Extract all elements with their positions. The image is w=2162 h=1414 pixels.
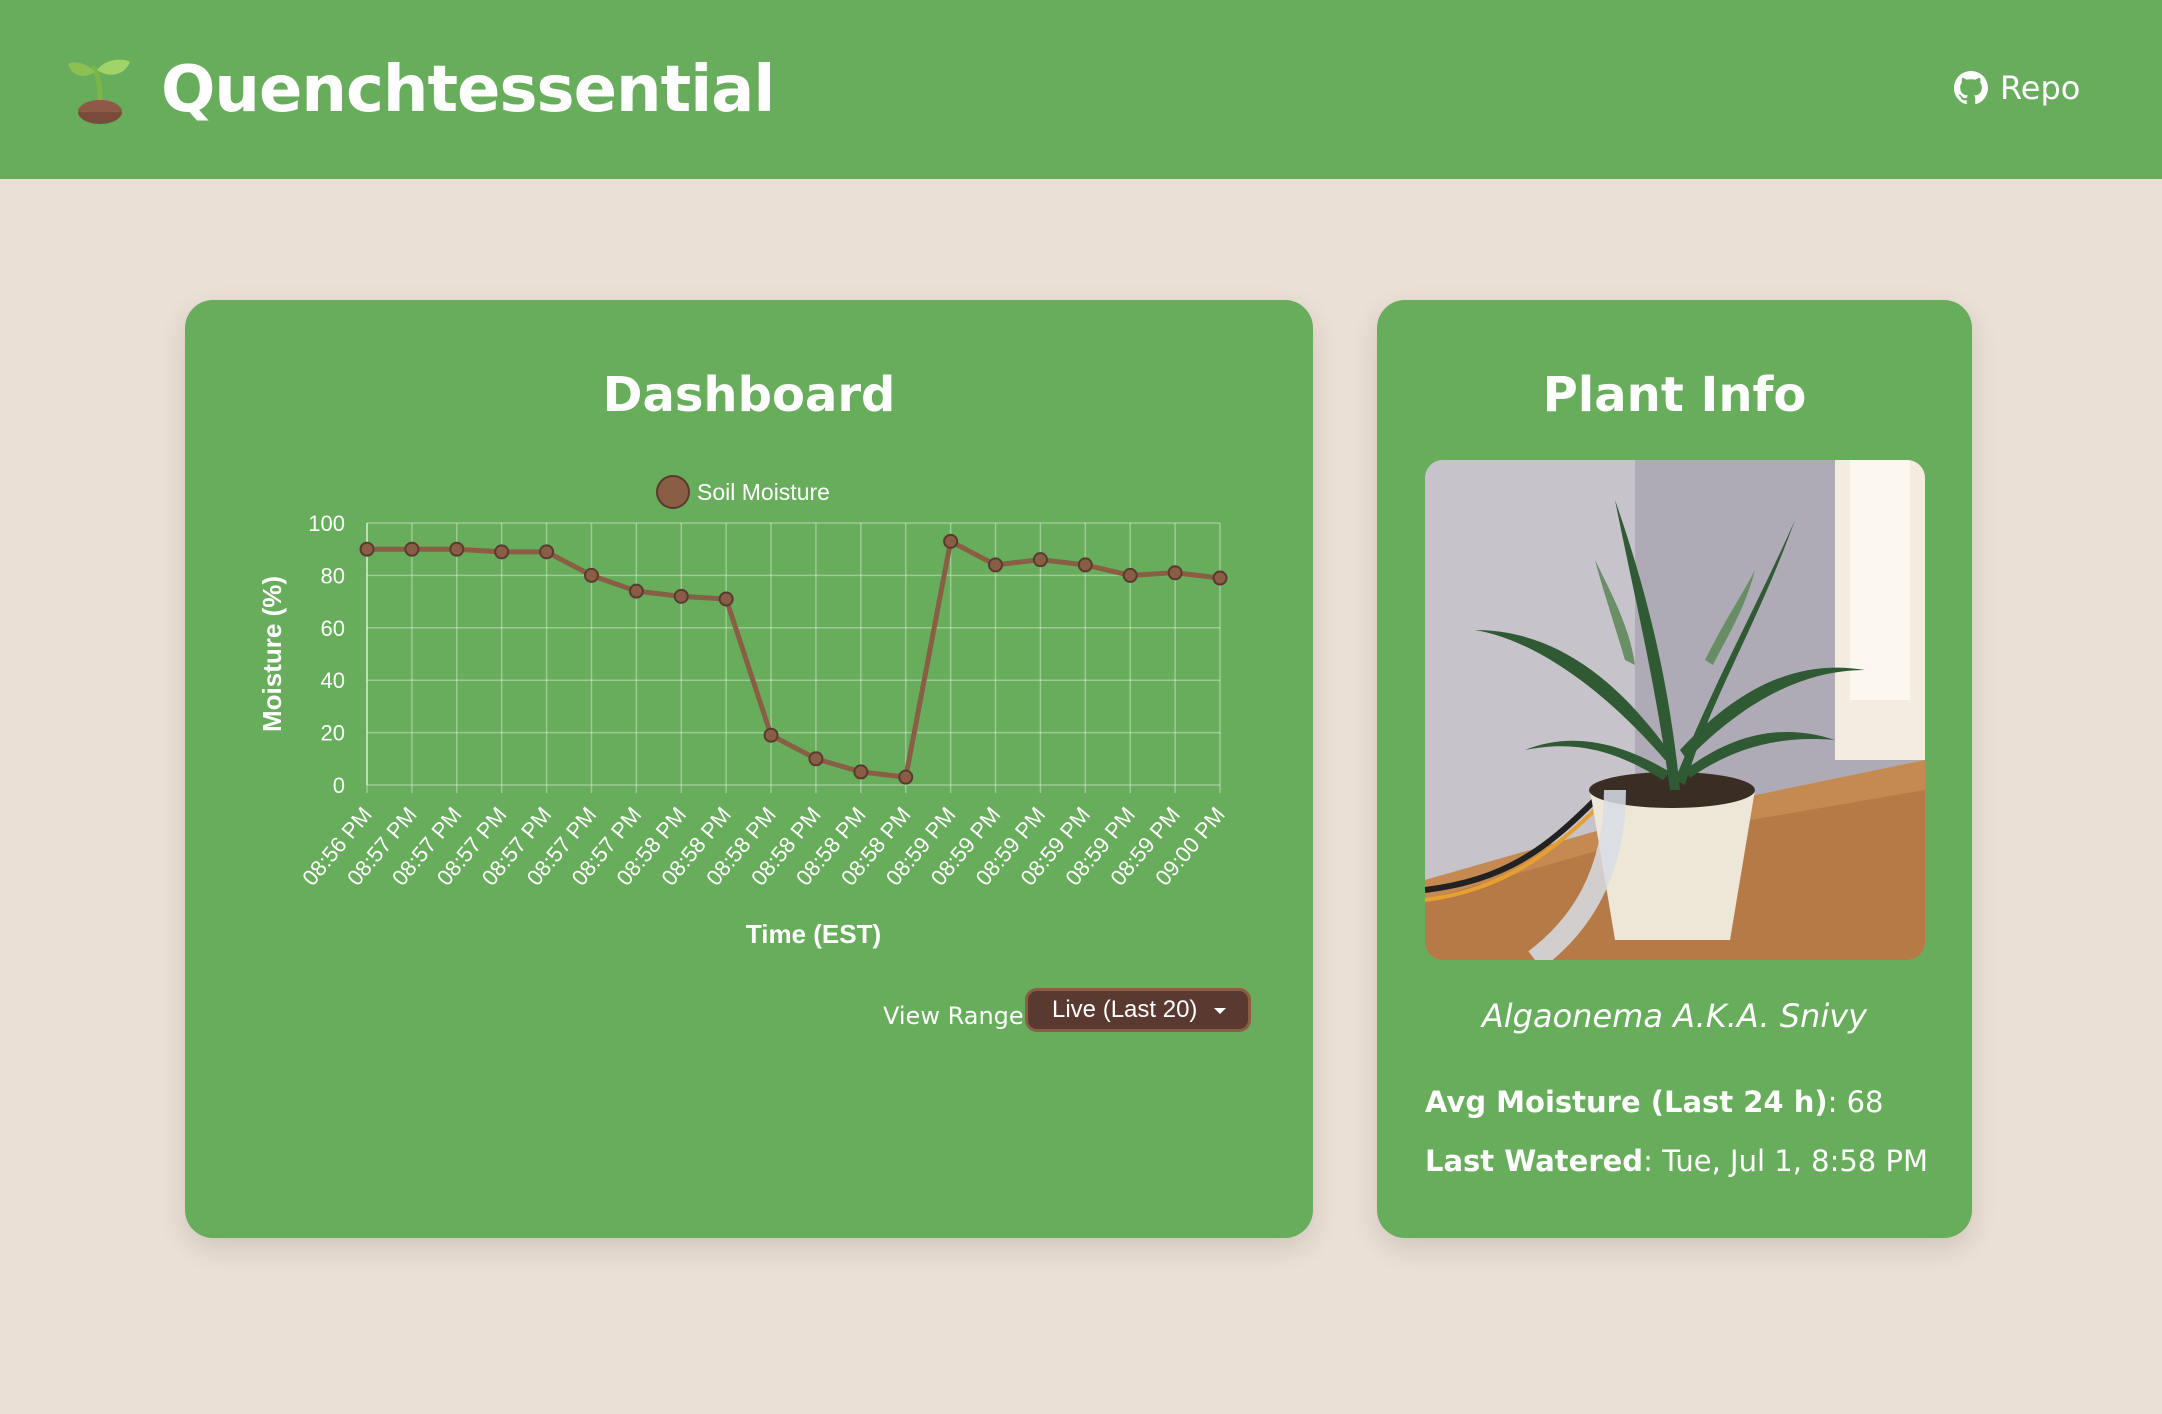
data-point <box>1212 570 1228 586</box>
y-tick-label: 60 <box>321 616 345 641</box>
seedling-icon <box>68 59 130 124</box>
y-tick-label: 100 <box>308 511 345 536</box>
data-point <box>539 544 555 560</box>
view-range-value: Live (Last 20) <box>1052 996 1198 1023</box>
last-watered-value: Tue, Jul 1, 8:58 PM <box>1662 1144 1928 1178</box>
view-range-select[interactable]: Live (Last 20) <box>1025 988 1251 1032</box>
data-point <box>988 557 1004 573</box>
y-axis-title: Moisture (%) <box>257 576 287 732</box>
data-point <box>1122 567 1138 583</box>
y-tick-label: 0 <box>333 773 345 798</box>
data-point <box>718 591 734 607</box>
moisture-chart: 02040608010008:56 PM08:57 PM08:57 PM08:5… <box>257 475 1230 949</box>
legend-swatch <box>656 475 690 509</box>
y-tick-label: 20 <box>321 721 345 746</box>
data-point <box>898 769 914 785</box>
plant-info-card: Plant Info Algaonema A.K.A. Snivy Avg Mo… <box>1377 300 1972 1238</box>
data-point <box>494 544 510 560</box>
legend-label: Soil Moisture <box>697 479 830 505</box>
avg-moisture-label: Avg Moisture (Last 24 h) <box>1425 1085 1828 1119</box>
x-axis-title: Time (EST) <box>746 919 881 949</box>
last-watered-label: Last Watered <box>1425 1144 1644 1178</box>
repo-label: Repo <box>2000 69 2081 107</box>
y-tick-label: 40 <box>321 668 345 693</box>
last-watered-line: Last Watered: Tue, Jul 1, 8:58 PM <box>1425 1144 1928 1178</box>
data-point <box>808 751 824 767</box>
y-tick-label: 80 <box>321 563 345 588</box>
plant-photo <box>1425 460 1925 960</box>
data-point <box>1167 565 1183 581</box>
series-line <box>367 538 1221 780</box>
data-point <box>628 583 644 599</box>
plant-info-title: Plant Info <box>1542 367 1807 423</box>
github-icon <box>1954 71 1988 105</box>
data-point <box>1032 552 1048 568</box>
data-point <box>673 588 689 604</box>
repo-link[interactable]: Repo <box>1954 64 2080 112</box>
dashboard-card: Dashboard 0 20 40 60 80 100 08:56 PM 08:57 PM 08… <box>185 300 1313 1238</box>
avg-moisture-line: Avg Moisture (Last 24 h): 68 <box>1425 1085 1884 1119</box>
app-title: Quenchtessential <box>161 53 775 127</box>
chevron-down-icon <box>1214 1008 1226 1014</box>
data-point <box>763 727 779 743</box>
data-point <box>449 541 465 557</box>
app-header: Quenchtessential Repo <box>0 0 2162 179</box>
data-point <box>404 541 420 557</box>
data-point <box>943 533 959 549</box>
data-point <box>853 764 869 780</box>
data-point <box>1077 557 1093 573</box>
data-point <box>359 541 375 557</box>
plant-name: Algaonema A.K.A. Snivy <box>1481 997 1868 1035</box>
data-point <box>583 567 599 583</box>
view-range-label: View Range: <box>883 1002 1032 1030</box>
avg-moisture-value: 68 <box>1846 1085 1884 1119</box>
